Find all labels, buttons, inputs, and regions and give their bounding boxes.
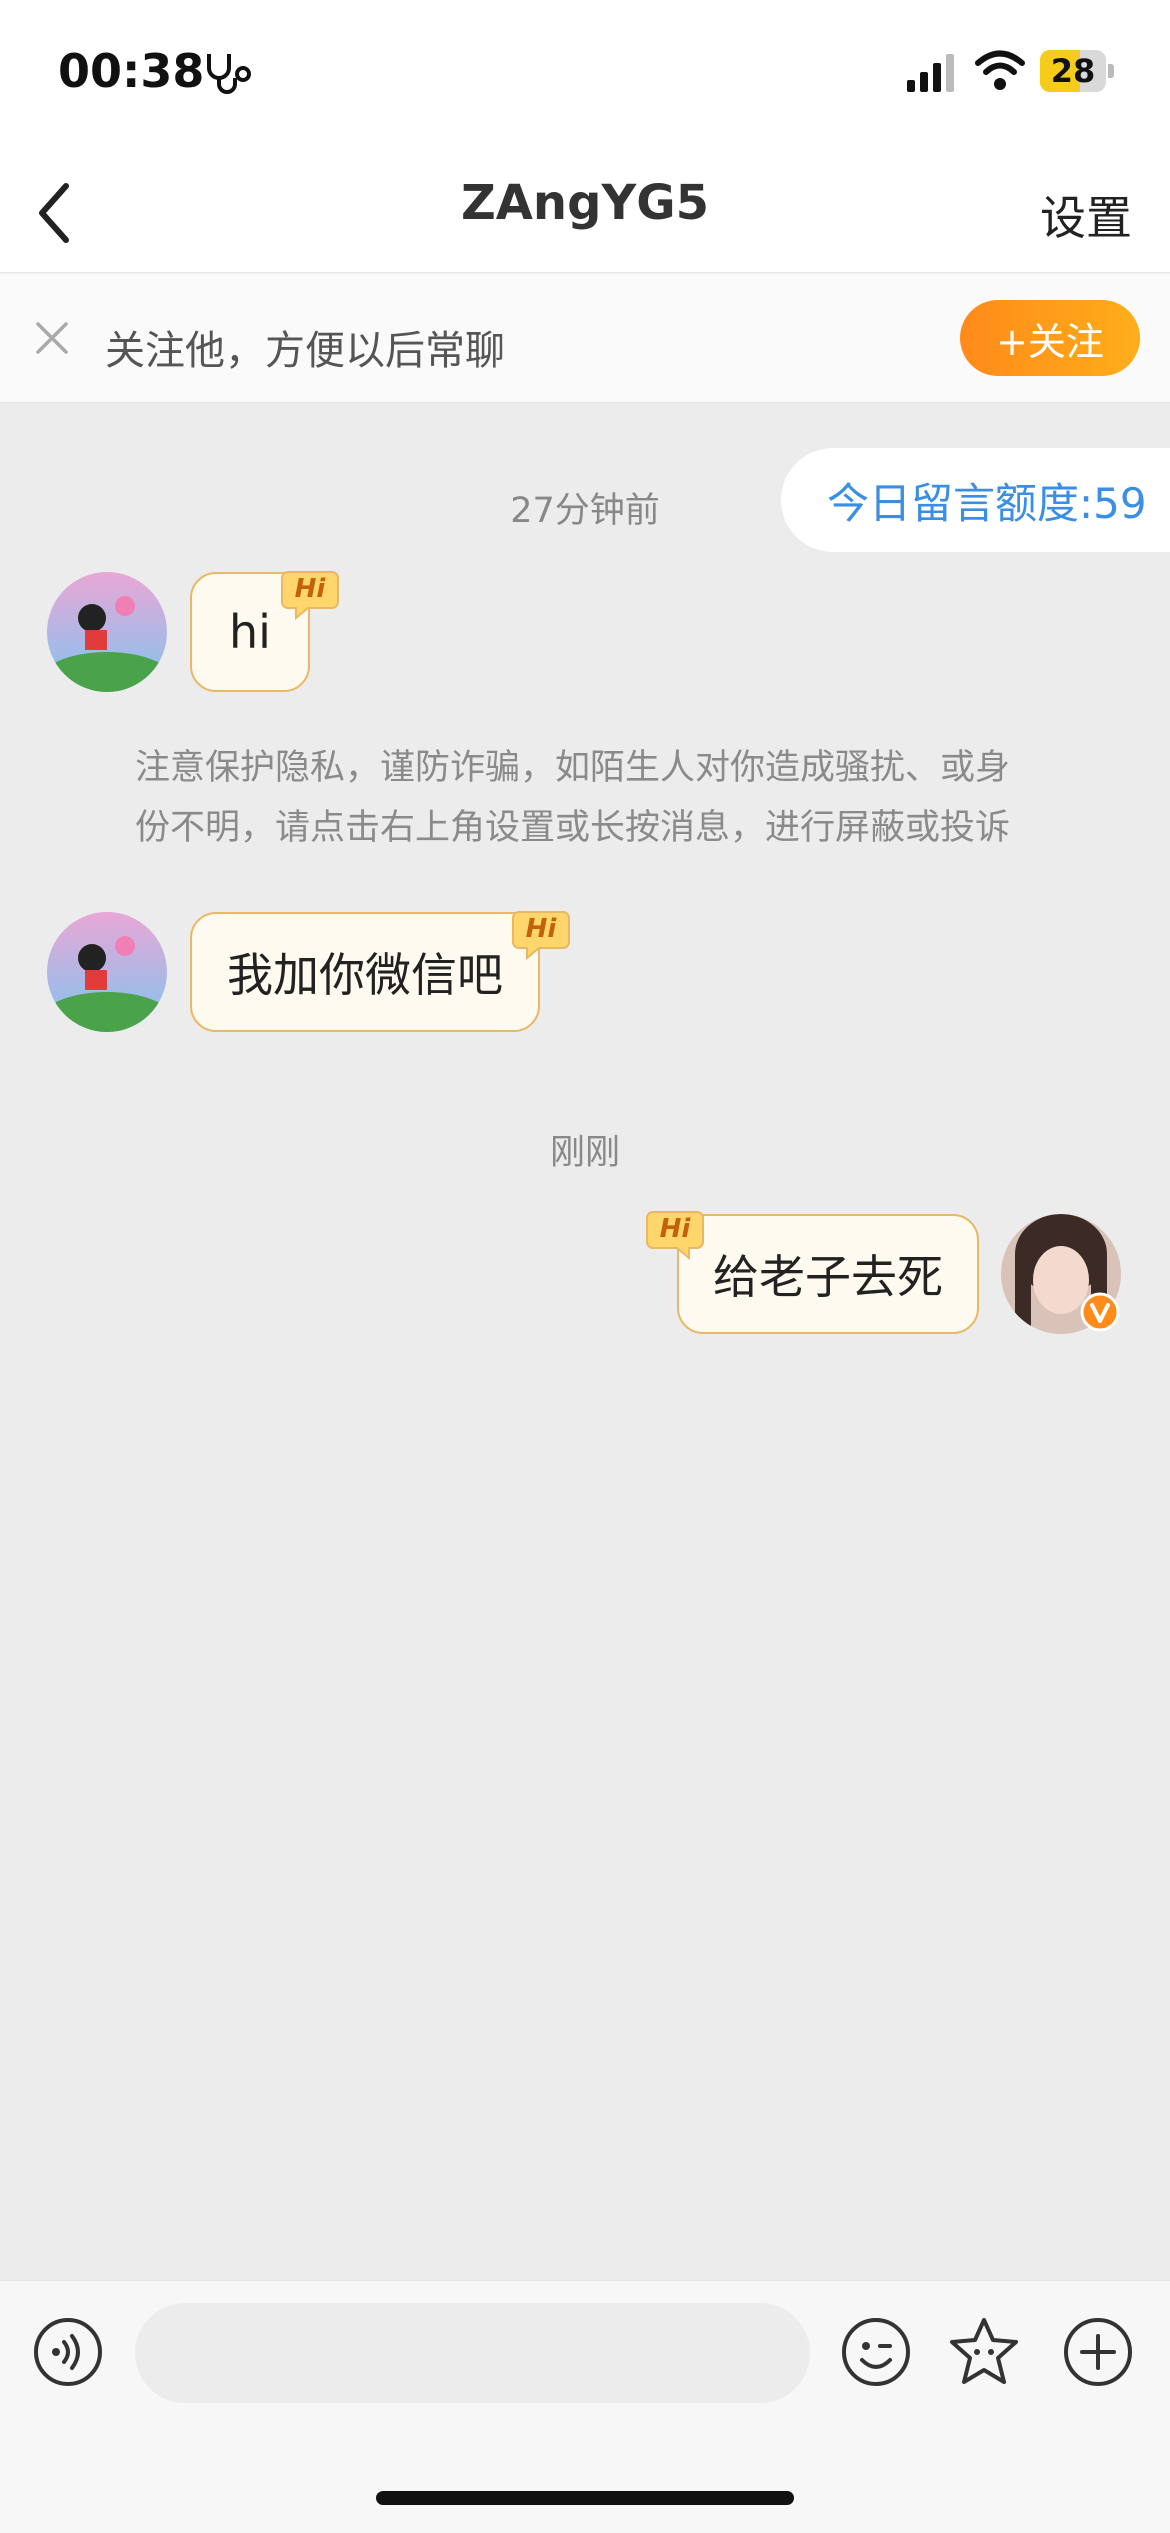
timestamp: 刚刚: [549, 1133, 620, 1173]
close-icon[interactable]: [32, 318, 72, 358]
verified-icon: [1080, 1292, 1120, 1332]
message-bubble[interactable]: 我加你微信吧: [190, 912, 540, 1032]
wifi-icon: [975, 50, 1025, 90]
settings-button[interactable]: 设置: [1040, 182, 1132, 248]
notice-line: 注意保护隐私，谨防诈骗，如陌生人对你造成骚扰、或身: [135, 748, 1011, 788]
message-text: hi: [229, 605, 271, 659]
message-text: 给老子去死: [713, 1250, 943, 1304]
avatar[interactable]: [47, 572, 167, 692]
battery-icon: 28: [1040, 50, 1115, 92]
voice-icon[interactable]: [32, 2316, 104, 2388]
page-title: ZAngYG5: [460, 175, 710, 231]
timestamp: 27分钟前: [510, 491, 660, 531]
plus-icon[interactable]: [1062, 2316, 1134, 2388]
avatar[interactable]: [47, 912, 167, 1032]
home-indicator: [376, 2491, 794, 2505]
hi-badge-icon: Hi: [280, 568, 340, 622]
signal-icon: [907, 54, 954, 92]
battery-level: 28: [1050, 52, 1096, 90]
sticker-icon[interactable]: [948, 2316, 1020, 2388]
follow-button[interactable]: +关注: [960, 300, 1140, 376]
safety-notice: 注意保护隐私，谨防诈骗，如陌生人对你造成骚扰、或身 份不明，请点击右上角设置或长…: [135, 738, 1035, 858]
emoji-icon[interactable]: [840, 2316, 912, 2388]
hi-badge-icon: Hi: [511, 908, 571, 962]
notice-line: 份不明，请点击右上角设置或长按消息，进行屏蔽或投诉: [135, 808, 1011, 848]
hi-badge-label: Hi: [525, 914, 557, 944]
hi-badge-label: Hi: [659, 1214, 691, 1244]
message-input[interactable]: [135, 2303, 810, 2403]
message-bubble[interactable]: 给老子去死: [677, 1214, 979, 1334]
follow-hint: 关注他，方便以后常聊: [105, 328, 505, 374]
hi-badge-icon: Hi: [645, 1208, 705, 1262]
stethoscope-icon: [207, 54, 251, 94]
message-text: 我加你微信吧: [227, 948, 503, 1002]
status-time: 00:38: [58, 44, 205, 98]
hi-badge-label: Hi: [294, 574, 326, 604]
